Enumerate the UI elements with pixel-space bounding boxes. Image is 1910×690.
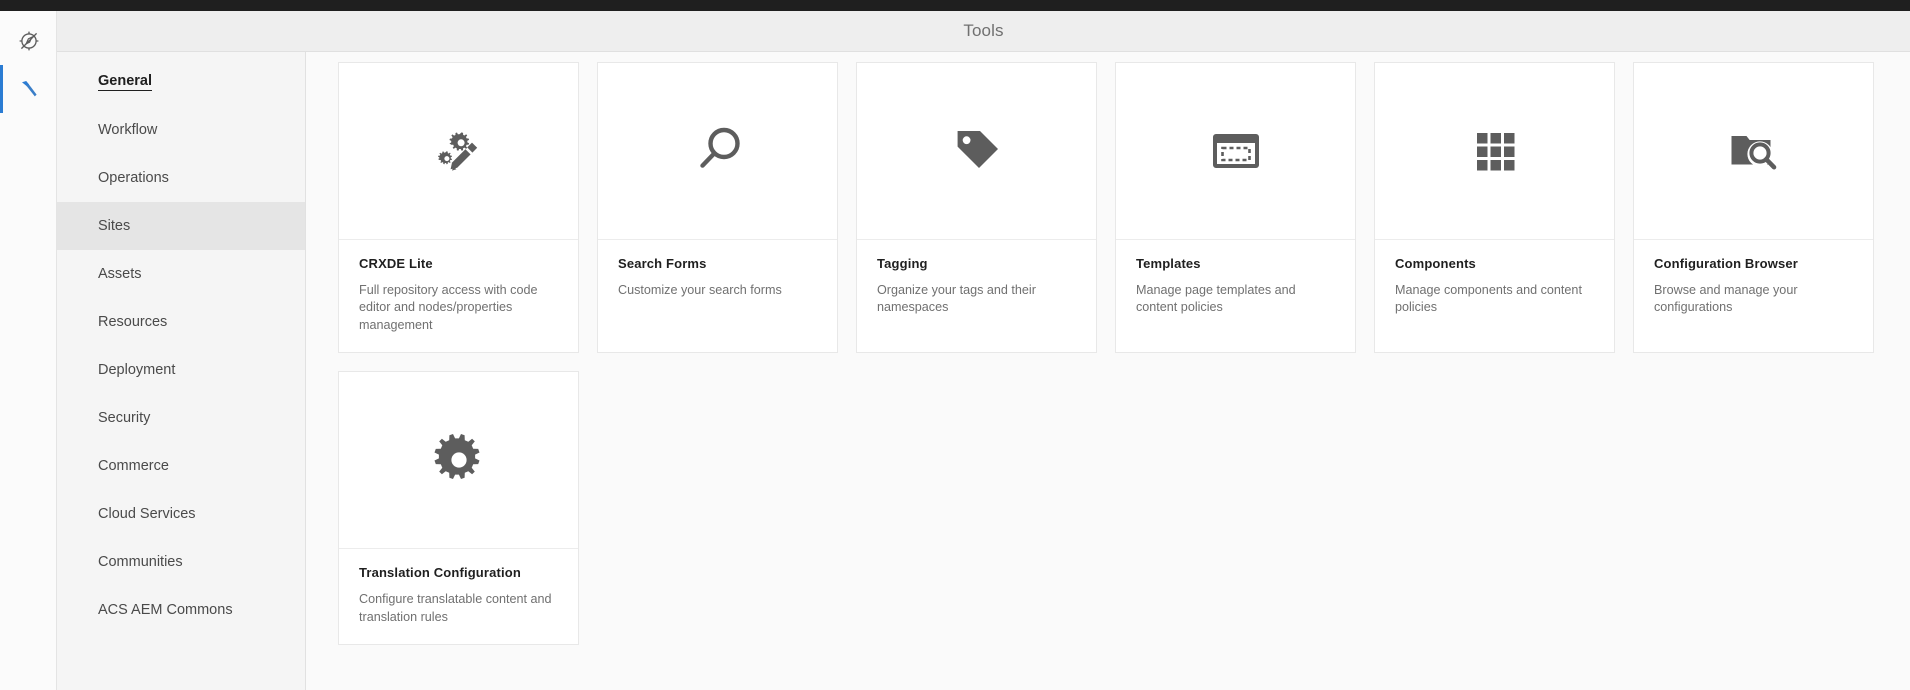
template-icon [1204,119,1268,183]
hammer-icon [17,77,41,101]
tool-card-body: Components Manage components and content … [1375,240,1614,335]
tool-card[interactable]: Translation Configuration Configure trans… [338,371,579,645]
tool-card-title: Tagging [877,256,928,271]
sidebar-item-general[interactable]: General [57,58,305,106]
sidebar-item-operations[interactable]: Operations [57,154,305,202]
sidebar-item-assets[interactable]: Assets [57,250,305,298]
tool-card[interactable]: Tagging Organize your tags and their name… [856,62,1097,354]
tool-card[interactable]: Configuration Browser Browse and manage y… [1633,62,1874,354]
gears-pencil-icon [427,119,491,183]
sidebar-item-label: Cloud Services [98,506,196,522]
tool-card-body: Translation Configuration Configure trans… [339,549,578,644]
sidebar-item-deployment[interactable]: Deployment [57,346,305,394]
rail-item-navigation[interactable] [0,17,57,65]
tool-card-description: Organize your tags and their namespaces [877,283,1036,315]
magnifier-icon [686,119,750,183]
page-title: Tools [963,21,1004,40]
tool-card-body: Configuration Browser Browse and manage y… [1634,240,1873,335]
sidebar-item-label: Resources [98,314,168,330]
compass-disabled-icon [17,29,41,53]
tag-icon [945,119,1009,183]
tool-card-description: Browse and manage your configurations [1654,283,1798,315]
sidebar-item-security[interactable]: Security [57,394,305,442]
tool-card-title: CRXDE Lite [359,256,433,271]
tool-card[interactable]: Search Forms Customize your search forms [597,62,838,354]
tool-card-media [339,63,578,240]
page-header: Tools [57,11,1910,52]
tools-card-grid: CRXDE Lite Full repository access with co… [306,52,1910,663]
sidebar-item-cloud-services[interactable]: Cloud Services [57,490,305,538]
tools-sidebar: General Workflow Operations Sites Assets Reso… [57,52,306,690]
sidebar-item-label: Security [98,410,151,426]
sidebar-item-label: Workflow [98,122,158,138]
tool-card-description: Configure translatable content and trans… [359,592,552,624]
sidebar-item-workflow[interactable]: Workflow [57,106,305,154]
rail-item-tools[interactable] [0,65,57,113]
tool-card-description: Manage page templates and content polici… [1136,283,1296,315]
sidebar-item-resources[interactable]: Resources [57,298,305,346]
tool-card-title: Components [1395,256,1476,271]
tool-card-body: CRXDE Lite Full repository access with co… [339,240,578,352]
tool-card-description: Manage components and content policies [1395,283,1582,315]
tool-card-media [1116,63,1355,240]
tool-card-body: Tagging Organize your tags and their name… [857,240,1096,335]
tool-card-media [857,63,1096,240]
tool-card-media [1634,63,1873,240]
sidebar-item-label: Commerce [98,458,169,474]
tool-card[interactable]: CRXDE Lite Full repository access with co… [338,62,579,354]
global-icon-rail [0,11,57,690]
sidebar-item-label: Assets [98,266,142,282]
tool-card-media [598,63,837,240]
sidebar-item-commerce[interactable]: Commerce [57,442,305,490]
tool-card-title: Templates [1136,256,1201,271]
tool-card-title: Search Forms [618,256,707,271]
sidebar-item-acs-aem-commons[interactable]: ACS AEM Commons [57,586,305,634]
sidebar-item-label: Sites [98,218,131,234]
tools-main-content: CRXDE Lite Full repository access with co… [306,52,1910,690]
sidebar-item-label: Operations [98,170,169,186]
sidebar-item-sites[interactable]: Sites [57,202,305,250]
gear-icon [427,428,491,492]
sidebar-item-label: General [98,73,152,91]
folder-search-icon [1722,119,1786,183]
tool-card-media [1375,63,1614,240]
tool-card-description: Full repository access with code editor … [359,283,538,332]
tool-card-title: Translation Configuration [359,565,521,581]
sidebar-item-label: Communities [98,554,183,570]
tool-card[interactable]: Components Manage components and content … [1374,62,1615,354]
tool-card-body: Search Forms Customize your search forms [598,240,837,325]
top-black-bar [0,0,1910,11]
tool-card[interactable]: Templates Manage page templates and conte… [1115,62,1356,354]
sidebar-item-label: Deployment [98,362,176,378]
tool-card-body: Templates Manage page templates and conte… [1116,240,1355,335]
sidebar-item-communities[interactable]: Communities [57,538,305,586]
tool-card-description: Customize your search forms [618,283,782,297]
sidebar-item-label: ACS AEM Commons [98,602,233,618]
grid-squares-icon [1463,119,1527,183]
tool-card-title: Configuration Browser [1654,256,1798,271]
tool-card-media [339,372,578,550]
